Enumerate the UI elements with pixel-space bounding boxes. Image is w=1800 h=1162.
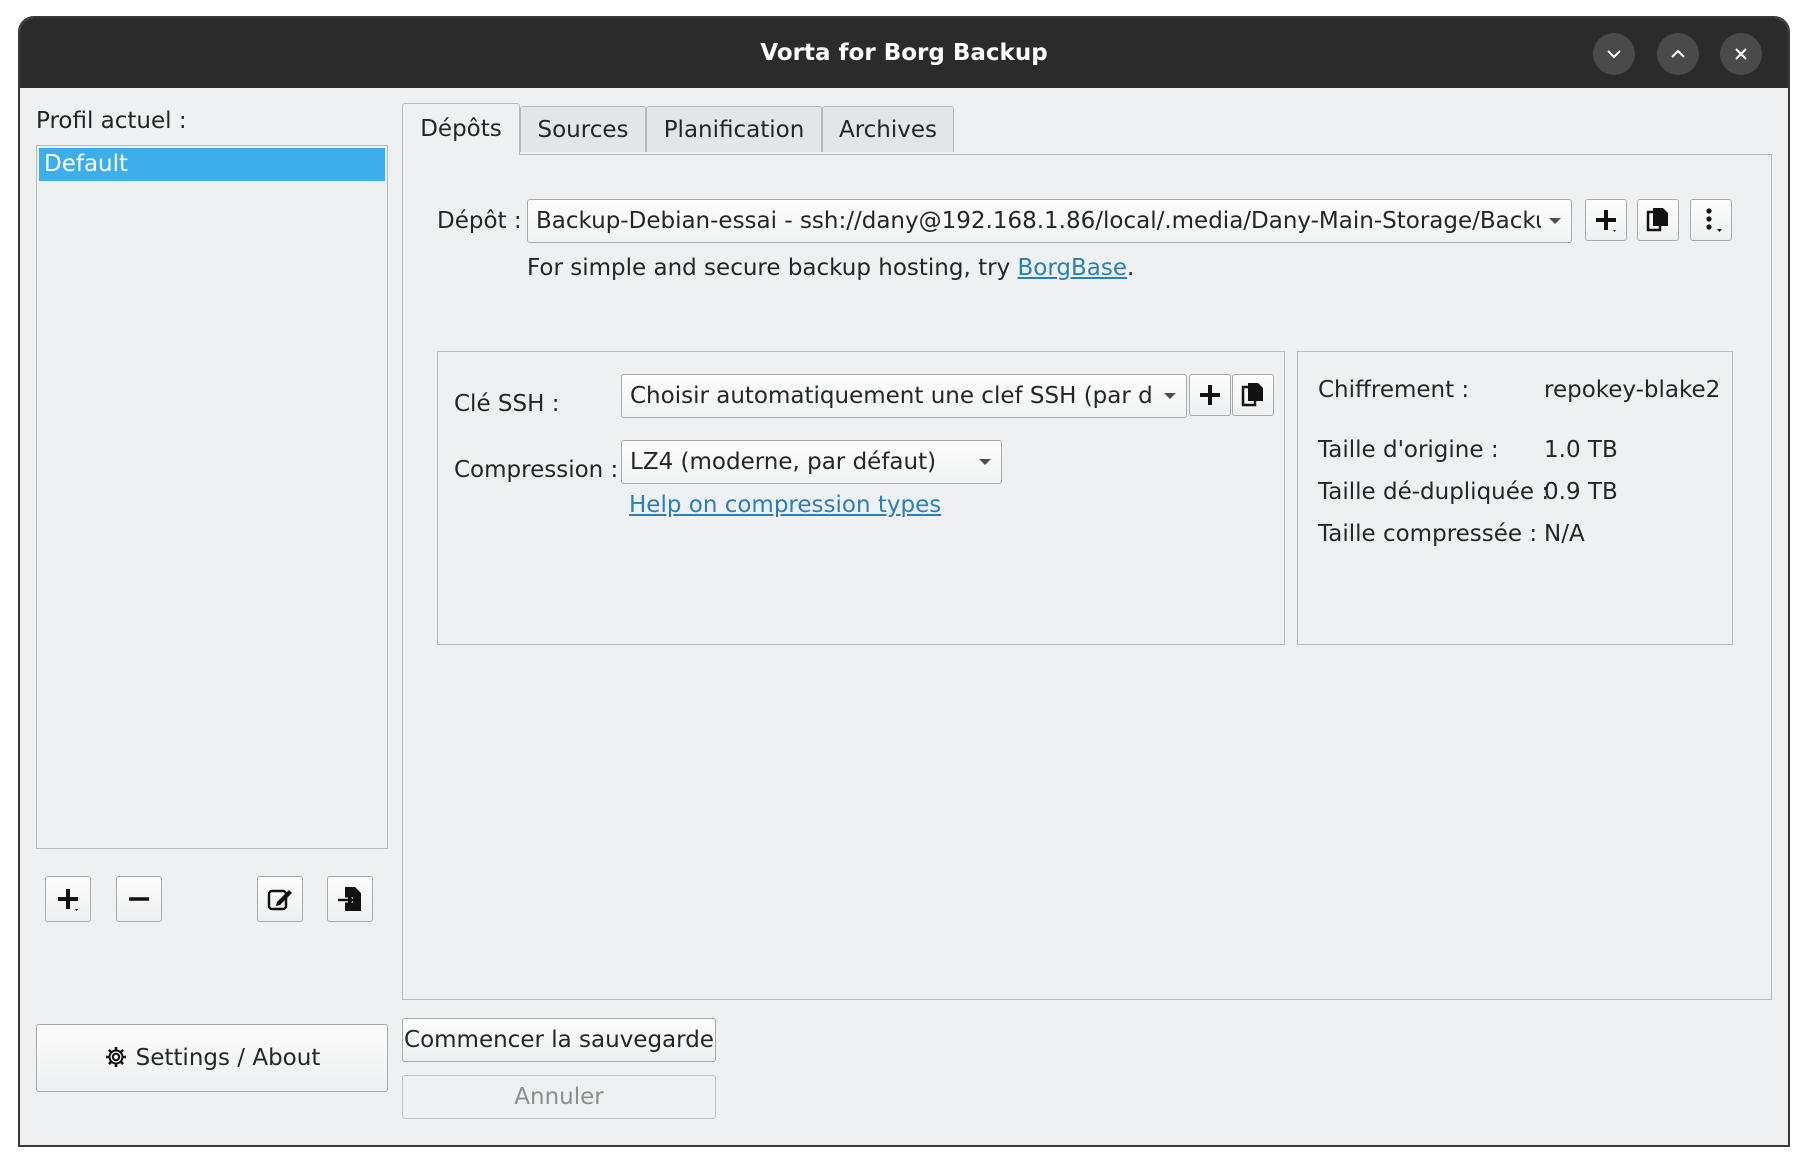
main-window: Vorta for Borg Backup Profil actuel : De… [18,16,1790,1147]
import-profile-button[interactable] [327,876,373,922]
copy-repo-button[interactable] [1637,199,1679,241]
ssh-key-label: Clé SSH : [454,391,560,417]
borgbase-hint-suffix: . [1127,255,1135,281]
minimize-button[interactable] [1593,33,1635,75]
add-repo-button[interactable] [1585,199,1627,241]
add-ssh-key-button[interactable] [1189,374,1231,416]
chevron-down-icon [1549,218,1561,224]
copy-ssh-key-button[interactable] [1232,374,1274,416]
profile-list[interactable]: Default [36,145,388,849]
original-size-value: 1.0 TB [1544,437,1618,463]
borgbase-link[interactable]: BorgBase [1018,255,1128,281]
tab-depots[interactable]: Dépôts [402,103,520,155]
compression-select-value: LZ4 (moderne, par défaut) [630,449,937,475]
copy-icon [1646,208,1668,232]
more-vertical-icon [1706,208,1722,232]
window-title: Vorta for Borg Backup [760,40,1048,66]
title-bar[interactable]: Vorta for Borg Backup [20,18,1788,88]
compression-select[interactable]: LZ4 (moderne, par défaut) [621,440,1002,484]
tab-panel-depots: Dépôt : Backup-Debian-essai - ssh://dany… [402,154,1772,1000]
plus-icon [1200,385,1220,405]
profile-label: Profil actuel : [36,108,187,134]
compression-help-link[interactable]: Help on compression types [629,488,941,522]
repo-info-group: Chiffrement : repokey-blake2 Taille d'or… [1297,351,1733,645]
compressed-size-value: N/A [1544,521,1585,547]
encryption-value: repokey-blake2 [1544,377,1721,403]
edit-icon [267,889,292,911]
tab-planification[interactable]: Planification [646,106,822,152]
encryption-label: Chiffrement : [1318,377,1470,403]
ssh-key-select[interactable]: Choisir automatiquement une clef SSH (pa… [621,374,1187,418]
repo-settings-group: Clé SSH : Choisir automatiquement une cl… [437,351,1285,645]
settings-about-label: Settings / About [135,1045,321,1071]
start-backup-button[interactable]: Commencer la sauvegarde [402,1018,716,1062]
dedup-size-value: 0.9 TB [1544,479,1618,505]
copy-icon [1241,383,1263,407]
compression-label: Compression : [454,457,619,483]
tab-sources[interactable]: Sources [520,106,646,152]
minus-icon [129,897,149,901]
repo-label: Dépôt : [437,208,522,234]
remove-profile-button[interactable] [116,876,162,922]
repo-select-value: Backup-Debian-essai - ssh://dany@192.168… [536,208,1541,234]
profile-item-default[interactable]: Default [39,148,385,181]
borgbase-hint-text: For simple and secure backup hosting, tr… [527,255,1018,281]
chevron-down-icon [1164,393,1176,399]
repo-select[interactable]: Backup-Debian-essai - ssh://dany@192.168… [527,199,1572,243]
close-button[interactable] [1720,33,1762,75]
settings-about-button[interactable]: Settings / About [36,1024,388,1092]
original-size-label: Taille d'origine : [1318,437,1499,463]
borgbase-hint: For simple and secure backup hosting, tr… [527,251,1134,285]
import-icon [338,887,361,911]
dedup-size-label: Taille dé-dupliquée : [1318,479,1550,505]
plus-icon [1596,210,1616,232]
gear-icon [105,1047,126,1067]
chevron-up-icon [1671,49,1685,58]
plus-icon [58,889,78,911]
compressed-size-label: Taille compressée : [1318,521,1538,547]
maximize-button[interactable] [1657,33,1699,75]
tab-archives[interactable]: Archives [822,106,954,152]
close-icon [1735,48,1747,60]
chevron-down-icon [979,459,991,465]
cancel-button[interactable]: Annuler [402,1075,716,1119]
ssh-key-select-value: Choisir automatiquement une clef SSH (pa… [630,383,1154,409]
repo-menu-button[interactable] [1690,199,1732,241]
edit-profile-button[interactable] [257,876,303,922]
chevron-down-icon [1607,50,1621,59]
add-profile-button[interactable] [45,876,91,922]
